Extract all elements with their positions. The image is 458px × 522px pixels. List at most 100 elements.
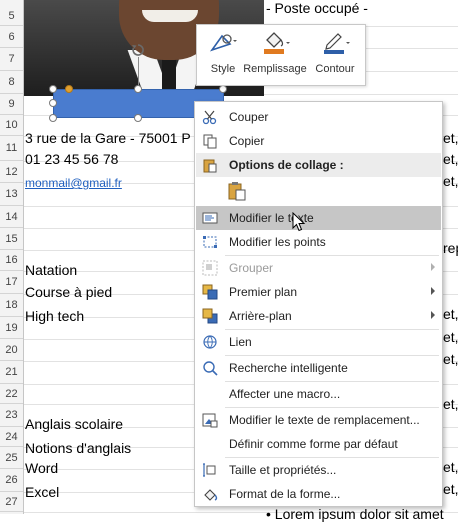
outline-label: Contour <box>315 63 355 75</box>
scissors-icon <box>202 109 218 125</box>
menu-label-edit-alt-text: Modifier le texte de remplacement... <box>229 413 420 427</box>
style-button[interactable]: Style <box>203 29 243 81</box>
smart-lookup-icon <box>202 360 218 376</box>
link-icon <box>202 334 218 350</box>
outline-button[interactable]: Contour <box>309 29 361 81</box>
resize-handle-top-right[interactable] <box>219 85 227 93</box>
resize-handle-bottom-mid[interactable] <box>134 114 142 122</box>
row-header[interactable]: 25 <box>0 447 23 469</box>
cell-bottom-lorem: • Lorem ipsum dolor sit amet <box>266 506 444 522</box>
resize-handle-top-mid[interactable] <box>134 85 142 93</box>
resize-handle-bottom-left[interactable] <box>49 114 57 122</box>
row-header[interactable]: 23 <box>0 404 23 427</box>
mouse-pointer-icon <box>292 211 306 234</box>
paste-icon <box>202 157 218 173</box>
cell-right-fragment: et, <box>443 396 458 412</box>
row-header[interactable]: 24 <box>0 427 23 447</box>
cell-lang-notions[interactable]: Notions d'anglais <box>25 440 131 456</box>
fill-button[interactable]: Remplissage <box>243 29 307 81</box>
cell-hobby-hightech[interactable]: High tech <box>25 308 84 324</box>
menu-item-send-back[interactable]: Arrière-plan <box>196 304 441 328</box>
row-header[interactable]: 15 <box>0 228 23 250</box>
row-header-column: 5 6 7 8 9 10 11 12 13 14 15 16 17 18 19 20 21 22 23 24 25 26 2… <box>0 0 24 514</box>
row-header[interactable]: 8 <box>0 71 23 94</box>
mini-toolbar: Style Remplissage Contour <box>196 24 366 86</box>
cell-lang-anglais-scolaire[interactable]: Anglais scolaire <box>25 416 123 432</box>
paint-bucket-icon <box>259 29 291 57</box>
row-header[interactable]: 12 <box>0 161 23 183</box>
resize-handle-top-left[interactable] <box>49 85 57 93</box>
cell-right-fragment: et, <box>443 130 458 146</box>
menu-item-group[interactable]: Grouper <box>196 256 441 280</box>
row-header[interactable]: 27 <box>0 492 23 512</box>
menu-item-edit-alt-text[interactable]: Modifier le texte de remplacement... <box>196 408 441 432</box>
row-header[interactable]: 26 <box>0 469 23 492</box>
row-header[interactable]: 22 <box>0 384 23 404</box>
row-header[interactable]: 17 <box>0 271 23 294</box>
submenu-arrow-icon <box>431 263 435 271</box>
row-header[interactable]: 16 <box>0 250 23 271</box>
shape-style-icon <box>208 29 238 57</box>
cell-right-fragment: et, <box>443 306 458 322</box>
context-menu: Couper Copier Options de collage : Modif… <box>194 101 443 507</box>
edit-points-icon <box>202 234 218 250</box>
paste-keep-format-icon[interactable] <box>227 181 247 201</box>
menu-item-assign-macro[interactable]: Affecter une macro... <box>196 382 441 406</box>
menu-item-size-props[interactable]: Taille et propriétés... <box>196 458 441 482</box>
row-header[interactable]: 21 <box>0 361 23 384</box>
rotate-handle-icon[interactable] <box>131 43 145 57</box>
menu-label-assign-macro: Affecter une macro... <box>229 387 341 401</box>
cell-hobby-natation[interactable]: Natation <box>25 262 77 278</box>
resize-handle-mid-left[interactable] <box>49 99 57 107</box>
row-header[interactable]: 20 <box>0 339 23 361</box>
menu-section-paste-options: Options de collage : <box>196 153 441 177</box>
menu-item-cut[interactable]: Couper <box>196 105 441 129</box>
row-header[interactable]: 11 <box>0 136 23 161</box>
submenu-arrow-icon <box>431 311 435 319</box>
menu-item-edit-points[interactable]: Modifier les points <box>196 230 441 254</box>
cell-phone[interactable]: 01 23 45 56 78 <box>25 151 118 167</box>
adjust-handle[interactable] <box>65 85 73 93</box>
cell-email-link[interactable]: monmail@gmail.fr <box>25 176 122 190</box>
cell-hobby-course[interactable]: Course à pied <box>25 284 112 300</box>
cell-right-fragment: et, <box>443 481 458 497</box>
menu-label-edit-points: Modifier les points <box>229 235 326 249</box>
row-header[interactable]: 9 <box>0 94 23 115</box>
cell-soft-excel[interactable]: Excel <box>25 484 59 500</box>
menu-item-link[interactable]: Lien <box>196 330 441 354</box>
row-header[interactable]: 6 <box>0 26 23 48</box>
row-header[interactable]: 14 <box>0 206 23 228</box>
format-shape-icon <box>202 486 218 502</box>
row-header[interactable]: 7 <box>0 48 23 71</box>
row-header[interactable]: 10 <box>0 115 23 136</box>
menu-item-set-default[interactable]: Définir comme forme par défaut <box>196 432 441 456</box>
menu-label-paste-options: Options de collage : <box>229 158 344 172</box>
row-header[interactable]: 18 <box>0 294 23 317</box>
menu-item-edit-text[interactable]: Modifier le texte <box>196 206 441 230</box>
menu-label-copy: Copier <box>229 134 265 148</box>
copy-icon <box>202 133 218 149</box>
menu-item-bring-front[interactable]: Premier plan <box>196 280 441 304</box>
menu-label-format-shape: Format de la forme... <box>229 487 341 501</box>
cell-address[interactable]: 3 rue de la Gare - 75001 P <box>25 130 191 146</box>
menu-label-smart-lookup: Recherche intelligente <box>229 361 348 375</box>
style-label: Style <box>210 63 236 75</box>
menu-label-size-props: Taille et propriétés... <box>229 463 337 477</box>
row-header[interactable]: 5 <box>0 6 23 26</box>
size-properties-icon <box>202 462 218 478</box>
cell-right-fragment: et, <box>443 329 458 345</box>
menu-item-format-shape[interactable]: Format de la forme... <box>196 482 441 506</box>
menu-item-copy[interactable]: Copier <box>196 129 441 153</box>
cell-soft-word[interactable]: Word <box>25 460 58 476</box>
outline-pen-icon <box>319 29 351 57</box>
menu-item-smart-lookup[interactable]: Recherche intelligente <box>196 356 441 380</box>
menu-label-bring-front: Premier plan <box>229 285 298 299</box>
menu-label-link: Lien <box>229 335 252 349</box>
menu-label-group: Grouper <box>229 261 274 275</box>
cell-poste[interactable]: - Poste occupé - <box>266 0 368 16</box>
cell-right-fragment: et, <box>443 173 458 189</box>
menu-label-cut: Couper <box>229 110 269 124</box>
row-header[interactable]: 13 <box>0 183 23 206</box>
edit-text-icon <box>202 210 218 226</box>
row-header[interactable]: 19 <box>0 317 23 339</box>
